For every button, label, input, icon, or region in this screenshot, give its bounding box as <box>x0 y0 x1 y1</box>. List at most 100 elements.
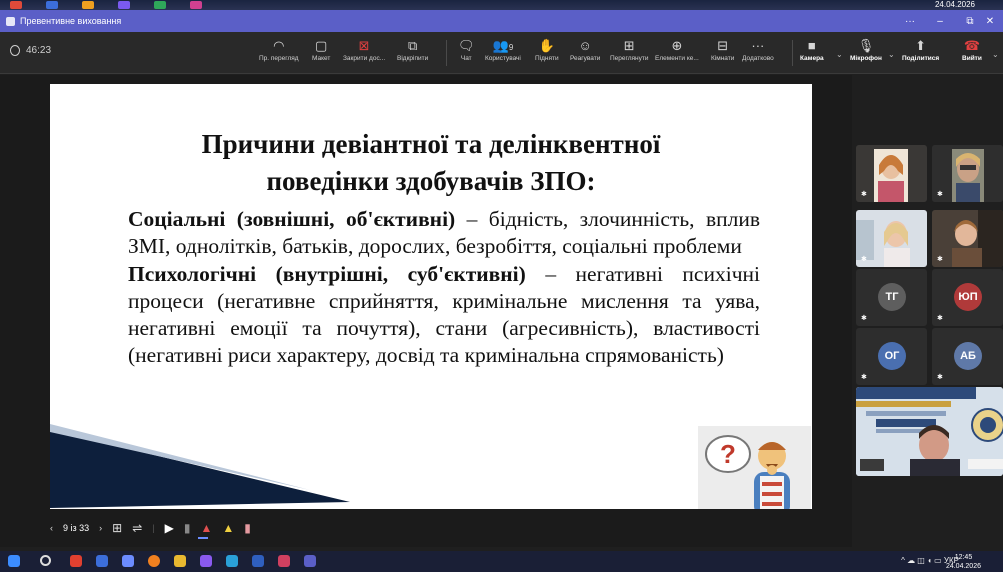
stop-share-icon: ⊠ <box>358 38 370 53</box>
slide-grid-icon[interactable]: ⊞ <box>112 521 122 535</box>
app-icon[interactable] <box>118 1 130 9</box>
toolbar-people-button[interactable]: 👥9 Користувачі <box>485 37 521 62</box>
active-tool-indicator <box>198 537 208 539</box>
more-options-button[interactable]: ··· <box>895 10 925 32</box>
app-icon[interactable] <box>190 1 202 9</box>
app-icon[interactable] <box>122 555 134 567</box>
smile-icon: ☺ <box>578 38 592 53</box>
app-icon[interactable] <box>278 555 290 567</box>
participant-tile[interactable]: ТГ ✱ <box>856 269 927 326</box>
toolbar-camera-button[interactable]: ■ Камера <box>800 37 824 62</box>
participant-tile[interactable]: ✱ <box>856 145 927 202</box>
muted-mic-icon: ✱ <box>937 315 943 322</box>
toolbar-divider <box>446 40 447 66</box>
nav-divider: | <box>152 523 155 533</box>
app-icon[interactable] <box>154 1 166 9</box>
app-icon[interactable] <box>46 1 58 9</box>
teams-logo-icon <box>6 16 15 26</box>
hang-up-icon: ☎ <box>963 38 981 53</box>
muted-mic-icon: ✱ <box>861 191 867 198</box>
eye-icon: ◠ <box>273 38 285 53</box>
muted-mic-icon: ✱ <box>861 374 867 381</box>
slide-decorative-wedge <box>50 424 350 508</box>
red-pen-tool-icon[interactable]: ▲ <box>200 521 212 535</box>
presenter-video-tile[interactable] <box>856 387 1003 476</box>
teams-taskbar-icon[interactable] <box>304 555 316 567</box>
toolbar-chat-button[interactable]: 🗨 Чат <box>458 37 475 62</box>
mic-options-chevron-icon[interactable]: ⌄ <box>888 50 895 59</box>
toolbar-view-button[interactable]: ◠ Пр. перегляд <box>259 37 299 62</box>
pointer-tool-icon[interactable]: ▶ <box>165 521 174 535</box>
muted-mic-icon: ✱ <box>937 374 943 381</box>
toolbar-mic-button[interactable]: 🎙 Мікрофон <box>850 37 882 62</box>
app-icon[interactable] <box>148 555 160 567</box>
slide-navigation-bar: ‹ 9 із 33 › ⊞ ⇌ | ▶ ▮ ▲ ▲ ▮ <box>50 518 251 539</box>
participant-tile[interactable]: ЮП ✱ <box>932 269 1003 326</box>
participant-tile[interactable]: ОГ ✱ <box>856 328 927 385</box>
app-icon[interactable] <box>10 1 22 9</box>
minimize-button[interactable]: – <box>925 10 955 32</box>
popout-icon: ⧉ <box>407 38 418 53</box>
participant-avatar: ОГ <box>878 342 906 370</box>
toolbar-stop-sharing-button[interactable]: ⊠ Закрити дос... <box>343 37 385 62</box>
participant-tile[interactable]: ✱ <box>856 210 927 267</box>
participant-avatar: АБ <box>954 342 982 370</box>
participant-tile[interactable]: ✱ <box>932 210 1003 267</box>
window-titlebar: Превентивне виховання ··· – ⧉ ✕ <box>0 10 1003 32</box>
toolbar-share-button[interactable]: ⬆ Поділитися <box>902 37 939 62</box>
toolbar-popout-button[interactable]: ⧉ Відкріпити <box>397 37 428 62</box>
top-taskbar-strip: 24.04.2026 <box>0 0 1003 10</box>
toolbar-rooms-button[interactable]: ⊟ Кімнати <box>711 37 734 62</box>
close-button[interactable]: ✕ <box>975 10 1003 32</box>
participant-avatar: ЮП <box>954 283 982 311</box>
camera-options-chevron-icon[interactable]: ⌄ <box>836 50 843 59</box>
teams-meeting-window: 24.04.2026 Превентивне виховання ··· – ⧉… <box>0 0 1003 572</box>
app-icon[interactable] <box>226 555 238 567</box>
system-clock[interactable]: 12:45 24.04.2026 <box>946 553 981 571</box>
muted-mic-icon: ✱ <box>861 256 867 263</box>
search-icon[interactable] <box>40 555 51 566</box>
windows-start-icon[interactable] <box>8 555 20 567</box>
grid-icon: ⊞ <box>623 38 635 53</box>
highlighter-tool-icon[interactable]: ▲ <box>222 521 234 535</box>
muted-mic-icon: ✱ <box>937 191 943 198</box>
participant-avatar: ТГ <box>878 283 906 311</box>
meeting-timer: 46:23 <box>10 45 51 56</box>
slide-paragraph-psychological: Психологічні (внутрішні, суб'єктивні) – … <box>128 261 760 368</box>
toolbar-more-button[interactable]: ··· Додатково <box>742 37 774 62</box>
toolbar-view-options-button[interactable]: ⊞ Переглянути <box>610 37 649 62</box>
slide-body: Соціальні (зовнішні, об'єктивні) – бідні… <box>128 206 760 370</box>
camera-icon: ■ <box>807 38 816 53</box>
previous-slide-button[interactable]: ‹ <box>50 523 53 533</box>
toolbar-react-button[interactable]: ☺ Реагувати <box>570 37 600 62</box>
leave-options-chevron-icon[interactable]: ⌄ <box>992 50 999 59</box>
shared-content-stage: Причини девіантної та делінквентної пове… <box>0 75 852 547</box>
slide-title: Причини девіантної та делінквентної пове… <box>201 129 661 196</box>
participant-tile[interactable]: ✱ <box>932 145 1003 202</box>
toolbar-raise-hand-button[interactable]: ✋ Підняти <box>535 37 559 62</box>
app-icon[interactable] <box>96 555 108 567</box>
participant-tile[interactable]: АБ ✱ <box>932 328 1003 385</box>
app-icon[interactable] <box>252 555 264 567</box>
microphone-icon: 🎙 <box>857 38 875 53</box>
eraser-tool-icon[interactable]: ▮ <box>244 521 251 535</box>
app-icon[interactable] <box>82 1 94 9</box>
toolbar-apps-button[interactable]: ⊕ Елементи ке... <box>655 37 699 62</box>
apps-icon: ⊕ <box>671 38 683 53</box>
svg-text:?: ? <box>720 439 736 469</box>
participants-panel: ✱ ✱ ✱ ✱ ТГ ✱ ЮП ✱ ОГ ✱ АБ ✱ <box>852 75 1003 547</box>
next-slide-button[interactable]: › <box>99 523 102 533</box>
more-icon: ··· <box>751 38 765 53</box>
pen-tool-icon[interactable]: ▮ <box>184 521 191 535</box>
toolbar-leave-button[interactable]: ☎ Вийти <box>962 37 982 62</box>
window-title: Превентивне виховання <box>20 16 122 26</box>
thinking-person-icon: ? <box>705 435 790 509</box>
shield-icon <box>10 45 20 56</box>
slide-settings-icon[interactable]: ⇌ <box>132 521 142 535</box>
app-icon[interactable] <box>174 555 186 567</box>
presenter-video <box>856 387 1003 476</box>
presentation-slide: Причини девіантної та делінквентної пове… <box>50 84 812 509</box>
app-icon[interactable] <box>200 555 212 567</box>
app-icon[interactable] <box>70 555 82 567</box>
toolbar-layout-button[interactable]: ▢ Макет <box>312 37 330 62</box>
